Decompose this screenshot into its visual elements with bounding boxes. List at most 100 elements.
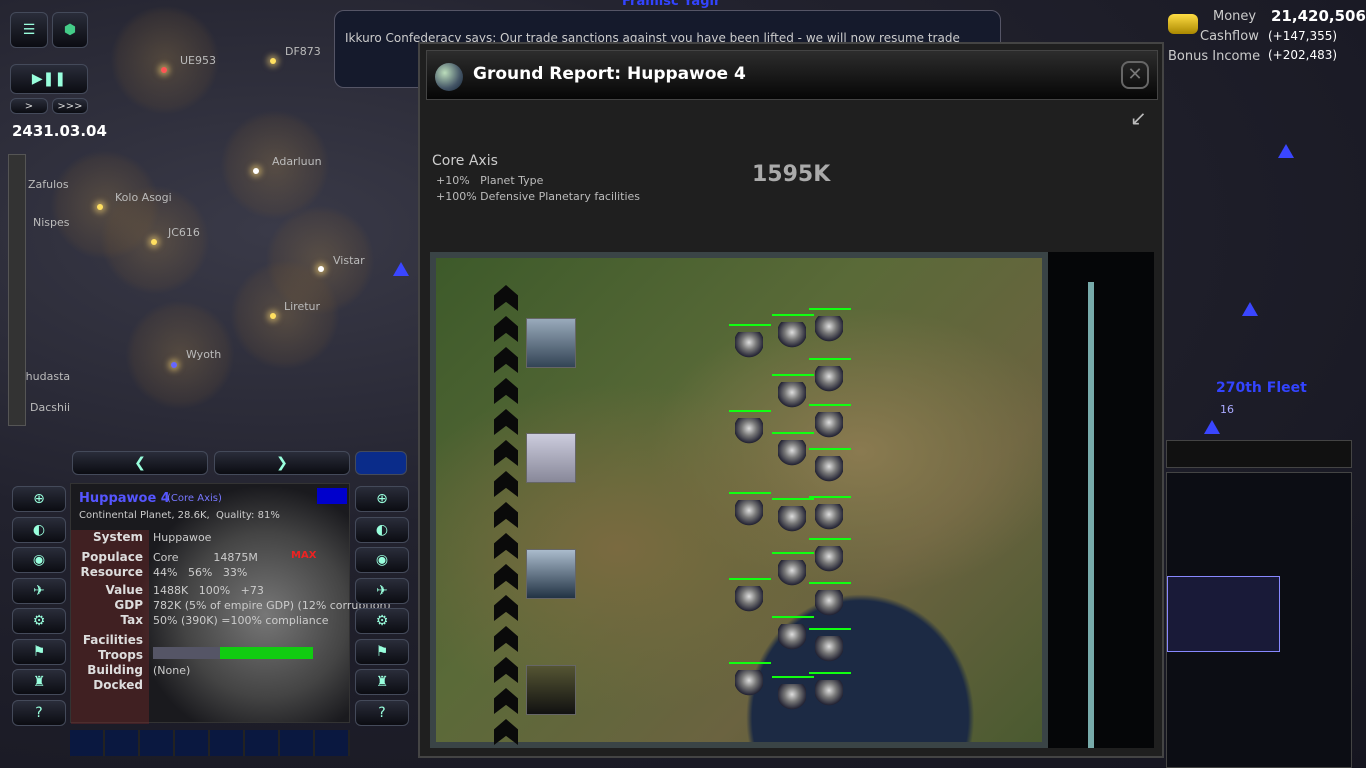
unit-health-bar — [772, 552, 814, 554]
troop-unit[interactable] — [778, 440, 806, 466]
fleet-icon[interactable] — [1242, 302, 1258, 316]
system-label[interactable]: Framisc Yagir — [622, 0, 720, 9]
troop-unit[interactable] — [778, 506, 806, 532]
star[interactable] — [253, 168, 259, 174]
left-moon-button[interactable]: ◐ — [12, 516, 66, 543]
troop-unit[interactable] — [735, 586, 763, 612]
unit-health-bar — [809, 496, 851, 498]
troop-unit[interactable] — [815, 456, 843, 482]
unit-health-bar — [772, 432, 814, 434]
system-label[interactable]: UE953 — [180, 54, 216, 67]
right-flag-button[interactable]: ⚑ — [355, 638, 409, 665]
info-value: 50% (390K) =100% compliance — [153, 614, 329, 627]
left-gear-button[interactable]: ⚙ — [12, 608, 66, 634]
modifier: +100% Defensive Planetary facilities — [436, 190, 641, 203]
system-label[interactable]: Liretur — [284, 300, 320, 313]
gear-icon: ⚙ — [32, 613, 46, 629]
facility-image — [526, 433, 576, 483]
unit-health-bar — [809, 672, 851, 674]
prev-planet-button[interactable]: ❮ — [72, 451, 208, 475]
close-button[interactable]: ✕ — [1121, 61, 1149, 89]
fleet-icon[interactable] — [393, 262, 409, 276]
play-pause-button[interactable]: ▶❚❚ — [10, 64, 88, 94]
troop-unit[interactable] — [815, 412, 843, 438]
window-title: Ground Report: Huppawoe 4 — [473, 64, 746, 84]
collapse-arrow-icon[interactable]: ↙ — [1130, 106, 1147, 130]
game-date: 2431.03.04 — [12, 122, 107, 140]
map-toggle-button[interactable] — [355, 451, 407, 475]
system-label[interactable]: Nispes — [33, 216, 70, 229]
star[interactable] — [97, 204, 103, 210]
troop-unit[interactable] — [778, 322, 806, 348]
troop-unit[interactable] — [735, 418, 763, 444]
troop-unit[interactable] — [778, 684, 806, 710]
troop-unit[interactable] — [778, 560, 806, 586]
unit-health-bar — [809, 448, 851, 450]
left-flag-button[interactable]: ⚑ — [12, 638, 66, 665]
system-label[interactable]: Vistar — [333, 254, 365, 267]
flag-icon: ⚑ — [375, 643, 389, 660]
right-moon-button[interactable]: ◐ — [355, 516, 409, 543]
eye-icon: ◉ — [375, 552, 389, 568]
troop-unit[interactable] — [735, 500, 763, 526]
right-troops-button[interactable]: ♜ — [355, 669, 409, 695]
left-eye-button[interactable]: ◉ — [12, 547, 66, 573]
left-view-lock-button[interactable]: ⊕ — [12, 486, 66, 512]
right-gear-button[interactable]: ⚙ — [355, 608, 409, 634]
troop-unit[interactable] — [735, 332, 763, 358]
minimap[interactable] — [1166, 472, 1352, 768]
unit-health-bar — [729, 662, 771, 664]
system-label[interactable]: Zafulos — [28, 178, 69, 191]
minimap-tabs[interactable] — [1166, 440, 1352, 468]
left-troops-button[interactable]: ♜ — [12, 669, 66, 695]
troop-unit[interactable] — [815, 680, 843, 706]
menu-button[interactable]: ☰ — [10, 12, 48, 48]
system-label[interactable]: JC616 — [168, 226, 200, 239]
help-button[interactable]: ⬢ — [52, 12, 88, 48]
star[interactable] — [161, 67, 167, 73]
troop-unit[interactable] — [778, 382, 806, 408]
fighter-icon: ✈ — [33, 582, 45, 599]
fleet-icon[interactable] — [1204, 420, 1220, 434]
system-label[interactable]: Wyoth — [186, 348, 221, 361]
max-badge: MAX — [291, 550, 317, 561]
side-toolbar — [8, 154, 26, 426]
troop-unit[interactable] — [815, 590, 843, 616]
fleet-name[interactable]: 270th Fleet — [1216, 380, 1307, 396]
star[interactable] — [151, 239, 157, 245]
troop-unit[interactable] — [815, 316, 843, 342]
star[interactable] — [270, 58, 276, 64]
left-fighter-button[interactable]: ✈ — [12, 577, 66, 604]
system-label[interactable]: Kolo Asogi — [115, 191, 172, 204]
unit-health-bar — [772, 676, 814, 678]
troop-unit[interactable] — [778, 624, 806, 650]
troop-unit[interactable] — [815, 366, 843, 392]
troops-icon: ♜ — [375, 674, 389, 690]
left-help-button[interactable]: ? — [12, 699, 66, 726]
list-icon: ☰ — [22, 22, 36, 38]
unit-health-bar — [772, 498, 814, 500]
system-label[interactable]: DF873 — [285, 45, 321, 58]
bottom-slots[interactable] — [70, 730, 350, 756]
unit-health-bar — [772, 616, 814, 618]
troop-unit[interactable] — [735, 670, 763, 696]
troop-unit[interactable] — [815, 504, 843, 530]
troop-unit[interactable] — [815, 546, 843, 572]
right-fighter-button[interactable]: ✈ — [355, 577, 409, 604]
right-help-button[interactable]: ? — [355, 699, 409, 726]
system-label[interactable]: Dacshii — [30, 401, 70, 414]
right-view-lock-button[interactable]: ⊕ — [355, 486, 409, 512]
speed-slow-button[interactable]: > — [10, 98, 48, 114]
star[interactable] — [270, 313, 276, 319]
speed-fast-button[interactable]: >>> — [52, 98, 88, 114]
star[interactable] — [318, 266, 324, 272]
unit-health-bar — [809, 404, 851, 406]
bonus-value: (+202,483) — [1268, 48, 1338, 62]
fleet-icon[interactable] — [1278, 144, 1294, 158]
system-label[interactable]: Adarluun — [272, 155, 322, 168]
troop-unit[interactable] — [815, 636, 843, 662]
right-eye-button[interactable]: ◉ — [355, 547, 409, 573]
star[interactable] — [171, 362, 177, 368]
next-planet-button[interactable]: ❯ — [214, 451, 350, 475]
minimap-viewport[interactable] — [1167, 576, 1280, 652]
